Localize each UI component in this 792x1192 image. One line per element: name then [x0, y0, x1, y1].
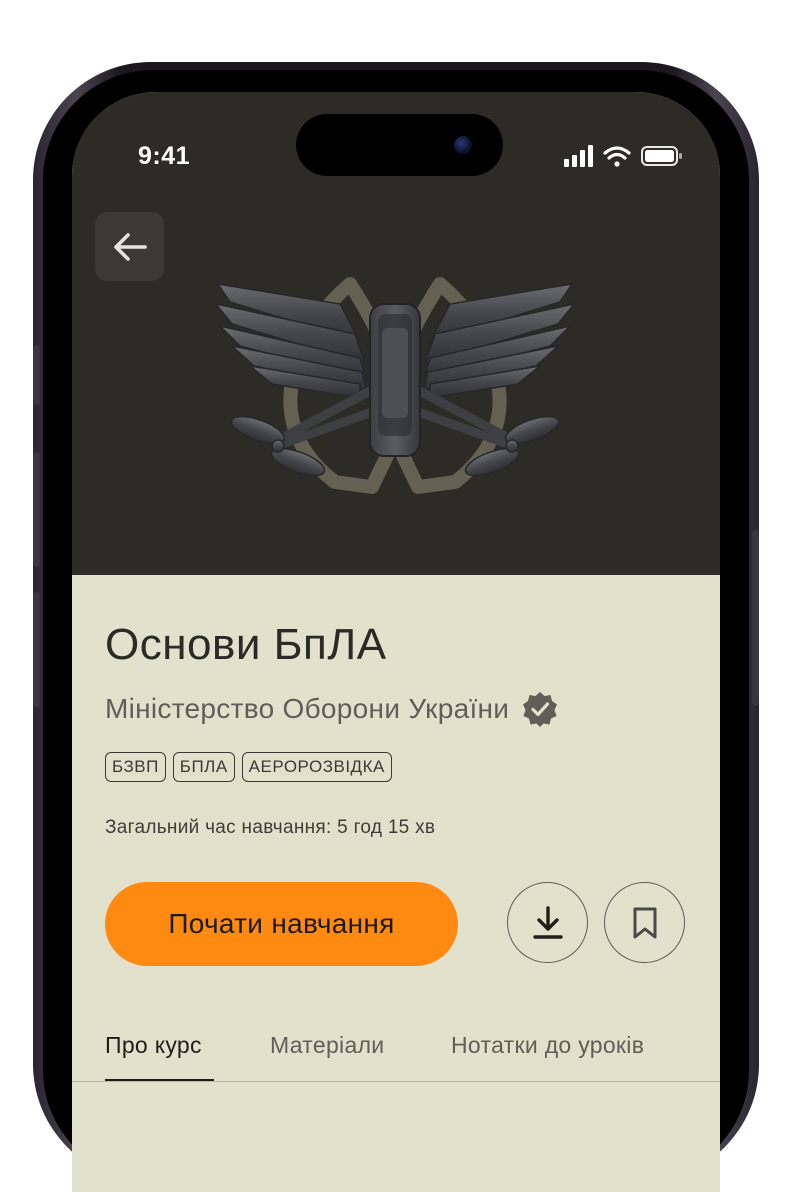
- bookmark-icon: [633, 907, 656, 938]
- tabs-divider: [72, 1081, 720, 1082]
- back-button[interactable]: [95, 212, 164, 281]
- download-icon: [532, 905, 563, 939]
- course-hero: 9:41: [72, 92, 720, 575]
- tag[interactable]: АЕРОРОЗВІДКА: [241, 752, 392, 782]
- publisher-name: Міністерство Оборони України: [105, 693, 510, 724]
- power-button: [752, 530, 759, 705]
- start-learning-button[interactable]: Почати навчання: [105, 882, 458, 966]
- arrow-left-icon: [113, 232, 147, 261]
- course-publisher: Міністерство Оборони України: [105, 690, 559, 728]
- camera-icon: [454, 136, 472, 154]
- tab-about-course[interactable]: Про курс: [105, 1032, 202, 1059]
- app-screen: 9:41 Основи БпЛА Міністерство Оборони Ук…: [72, 92, 720, 1192]
- tag[interactable]: БЗВП: [105, 752, 166, 782]
- wifi-icon: [603, 146, 631, 167]
- course-tags: БЗВП БПЛА АЕРОРОЗВІДКА: [105, 752, 392, 782]
- tab-materials[interactable]: Матеріали: [270, 1032, 384, 1059]
- course-title: Основи БпЛА: [105, 620, 387, 669]
- tab-lesson-notes[interactable]: Нотатки до уроків: [451, 1032, 644, 1059]
- course-tabs: Про курс Матеріали Нотатки до уроків: [105, 1032, 693, 1084]
- volume-down-button: [33, 592, 40, 707]
- status-icons: [564, 145, 682, 167]
- signal-icon: [564, 145, 593, 167]
- bookmark-button[interactable]: [604, 882, 685, 963]
- volume-up-button: [33, 452, 40, 567]
- drone-wings-emblem: [214, 277, 576, 494]
- tag[interactable]: БПЛА: [172, 752, 235, 782]
- course-duration: Загальний час навчання: 5 год 15 хв: [105, 817, 436, 838]
- status-time: 9:41: [138, 142, 191, 170]
- download-button[interactable]: [507, 882, 588, 963]
- battery-icon: [641, 146, 682, 166]
- action-button: [33, 345, 40, 405]
- verified-badge-icon: [523, 692, 558, 727]
